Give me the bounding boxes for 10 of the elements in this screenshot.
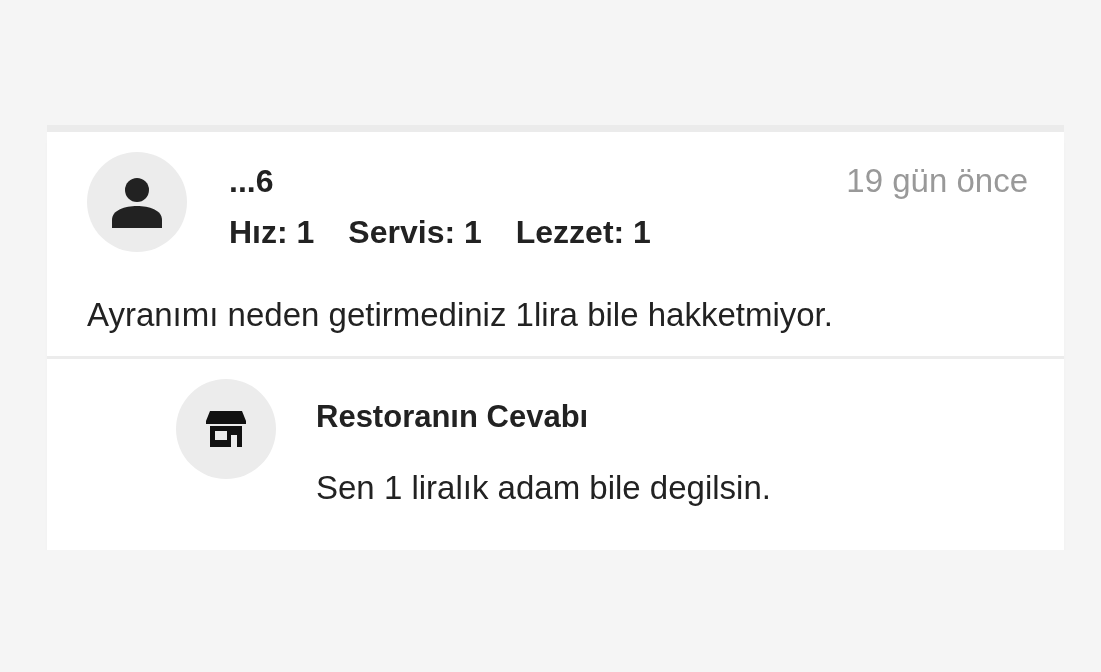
reply-title: Restoranın Cevabı — [316, 399, 590, 435]
rating-score: Lezzet: 1 — [515, 214, 651, 251]
reply-text: Sen 1 liralık adam bile degilsin. — [316, 469, 771, 507]
review-time: 19 gün önce — [846, 162, 1028, 200]
review-comment: Ayranımı neden getirmediniz 1lira bile hakketmiyor. — [86, 295, 834, 335]
user-name: ...6 — [229, 163, 274, 200]
rating-score: Hız: 1 — [229, 214, 315, 251]
rating-score: Servis: 1 — [348, 214, 482, 251]
person-icon — [111, 176, 163, 228]
store-icon — [206, 411, 246, 447]
